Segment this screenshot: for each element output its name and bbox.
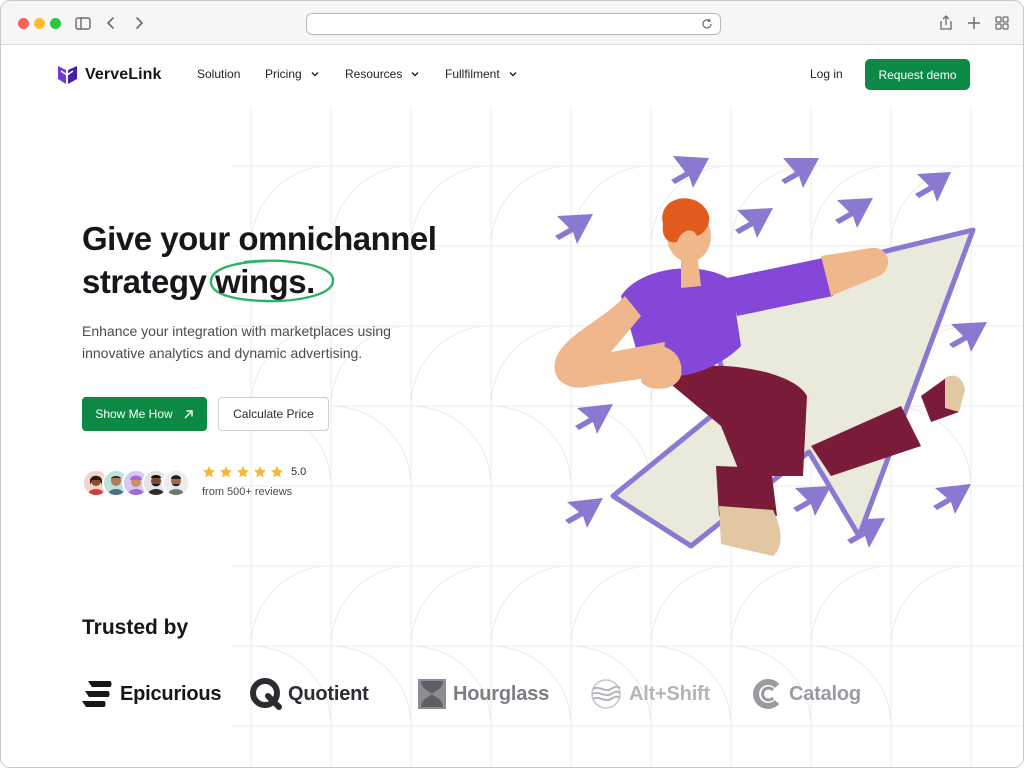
hero-illustration [554,156,987,556]
chevron-down-icon [311,72,319,77]
sidebar-icon[interactable] [73,13,93,33]
nav-resources-label: Resources [345,67,403,81]
browser-toolbar [1,1,1023,45]
arrow-up-right-icon [184,409,193,418]
hero-highlight-word: wings. [209,259,335,303]
close-window-button[interactable] [18,18,29,29]
nav-pricing[interactable]: Pricing [265,67,320,81]
brand-name-hourglass: Hourglass [453,682,550,705]
maximize-window-button[interactable] [50,18,61,29]
trusted-by-heading: Trusted by [82,616,189,639]
calculate-price-button[interactable]: Calculate Price [218,397,329,431]
brand-catalog: Catalog [751,676,861,712]
share-icon[interactable] [936,13,956,33]
hero-headline-prefix: strategy [82,263,207,300]
back-icon[interactable] [101,13,121,33]
hero-highlight-text: wings. [215,263,315,300]
catalog-logo-icon [753,679,780,709]
show-me-how-button[interactable]: Show Me How [82,397,207,431]
web-page: VerveLink Solution Pricing Resources Ful… [1,46,1023,767]
nav-solution-label: Solution [197,67,241,81]
brand-hourglass: Hourglass [417,676,549,712]
brand-name-catalog: Catalog [789,682,861,705]
brand-name-quotient: Quotient [288,682,369,705]
rating-stars: 5.0 [202,465,306,479]
nav-fullfilment[interactable]: Fullfilment [445,67,518,81]
brand-name-altshift: Alt+Shift [629,682,710,705]
chevron-down-icon [509,72,517,77]
request-demo-button[interactable]: Request demo [865,59,970,90]
nav-solution[interactable]: Solution [197,67,240,81]
star-icon [237,466,249,478]
forward-icon[interactable] [129,13,149,33]
tab-overview-icon[interactable] [992,13,1012,33]
nav-resources[interactable]: Resources [345,67,420,81]
show-me-how-label: Show Me How [95,407,173,421]
brand-quotient: Quotient [250,676,369,712]
chevron-down-icon [411,72,419,77]
address-bar[interactable] [306,13,721,35]
star-icon [203,466,215,478]
hero-subtext: Enhance your integration with marketplac… [82,323,391,361]
hero-headline: Give your omnichannel strategy wings. [82,217,522,303]
epicurious-logo-icon [82,681,112,707]
reviews-count: from 500+ reviews [202,486,293,498]
star-icon [220,466,232,478]
nav-fullfilment-label: Fullfilment [445,67,500,81]
brand-epicurious: Epicurious [82,676,222,712]
vervelink-logo-icon [58,66,77,84]
new-tab-icon[interactable] [964,13,984,33]
hero-headline-line1: Give your omnichannel [82,220,437,257]
login-link[interactable]: Log in [810,67,843,81]
reload-icon[interactable] [700,17,714,31]
minimize-window-button[interactable] [34,18,45,29]
brand-name: VerveLink [85,66,162,83]
browser-window: VerveLink Solution Pricing Resources Ful… [0,0,1024,768]
hourglass-logo-icon [418,679,446,709]
brand-name-epicurious: Epicurious [120,682,222,705]
avatar [162,469,190,497]
nav-pricing-label: Pricing [265,67,302,81]
brand-logo[interactable]: VerveLink [58,65,162,85]
brand-altshift: Alt+Shift [589,676,710,712]
rating-value: 5.0 [291,466,307,478]
star-icon [271,466,283,478]
altshift-logo-icon [591,679,621,709]
star-icon [254,466,266,478]
quotient-logo-icon [250,678,282,710]
